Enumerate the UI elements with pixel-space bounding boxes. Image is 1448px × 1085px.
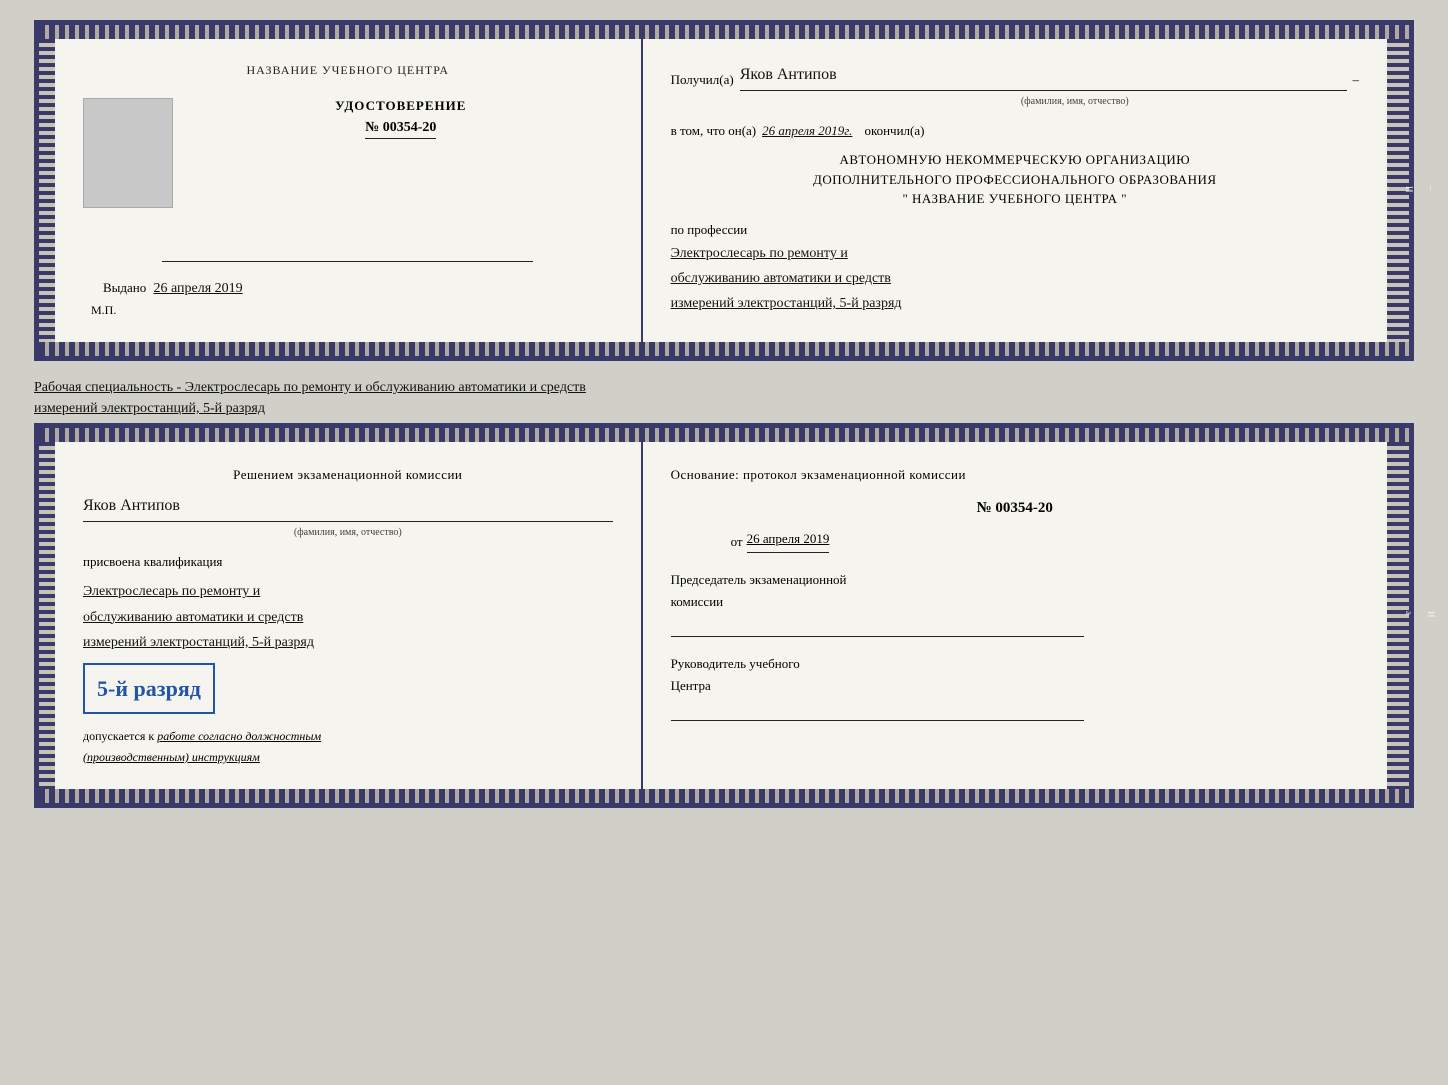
prof-line1: Электрослесарь по ремонту и [671, 241, 1359, 266]
ot-row: от 26 апреля 2019 [671, 528, 1359, 553]
okonchill-label: окончил(а) [864, 120, 924, 142]
resheniem-label: Решением экзаменационной комиссии [83, 464, 613, 486]
between-label: Рабочая специальность - Электрослесарь п… [34, 377, 1414, 419]
bottom-prof-line3: измерений электростанций, 5-й разряд [83, 630, 613, 655]
bottom-right-page: Основание: протокол экзаменационной коми… [643, 442, 1387, 789]
vydano-date: 26 апреля 2019 [154, 281, 243, 296]
date-value: 26 апреля 2019г. [762, 120, 852, 142]
left-header: НАЗВАНИЕ УЧЕБНОГО ЦЕНТРА [246, 63, 449, 78]
bottom-fio-sub: (фамилия, имя, отчество) [83, 524, 613, 541]
instruktsii-text: (производственным) инструкциям [83, 747, 613, 767]
vydano-block: Выдано 26 апреля 2019 [103, 280, 243, 297]
rank-badge: 5-й разряд [83, 663, 215, 714]
prisvoena-label: присвоена квалификация [83, 551, 613, 573]
predsedatel-label: Председатель экзаменационной [671, 569, 1359, 591]
vtom-row: в том, что он(а) 26 апреля 2019г. окончи… [671, 120, 1359, 142]
photo-placeholder [83, 98, 173, 208]
dopuskaetsya-label: допускается к [83, 729, 154, 743]
bottom-prof-line2: обслуживанию автоматики и средств [83, 605, 613, 630]
udost-number: № 00354-20 [365, 120, 436, 139]
protocol-number: № 00354-20 [671, 496, 1359, 522]
po-professii-row: по профессии Электрослесарь по ремонту и… [671, 219, 1359, 317]
poluchil-label: Получил(а) [671, 69, 734, 91]
po-professii-label: по профессии [671, 219, 1359, 241]
bottom-left-page: Решением экзаменационной комиссии Яков А… [55, 442, 643, 789]
vtom-label: в том, что он(а) [671, 120, 757, 142]
rukovoditel-label: Руководитель учебного [671, 653, 1359, 675]
ot-date: 26 апреля 2019 [747, 528, 830, 553]
ot-label: от [731, 531, 743, 553]
predsedatel-block: Председатель экзаменационной комиссии [671, 569, 1359, 637]
tsentra-label: Центра [671, 675, 1359, 697]
prof-line2: обслуживанию автоматики и средств [671, 266, 1359, 291]
bottom-full-name: Яков Антипов [83, 497, 180, 514]
rabota-text: работе согласно должностным [157, 729, 321, 743]
rukovoditel-block: Руководитель учебного Центра [671, 653, 1359, 721]
poluchil-row: Получил(а) Яков Антипов – [671, 61, 1359, 91]
mp-label: М.П. [91, 303, 116, 318]
bottom-name-row: Яков Антипов [83, 492, 613, 522]
full-name-top: Яков Антипов [740, 61, 1347, 91]
vydano-label: Выдано [103, 280, 146, 295]
fio-sub-top: (фамилия, имя, отчество) [791, 93, 1359, 110]
dopuskaetsya-block: допускается к работе согласно должностны… [83, 726, 613, 767]
side-labels-bottom: – – И а ← – – – [1314, 607, 1448, 624]
osnovanie-label: Основание: протокол экзаменационной коми… [671, 464, 1359, 486]
komissii-label: комиссии [671, 591, 1359, 613]
udost-title: УДОСТОВЕРЕНИЕ [335, 98, 466, 114]
prof-line3: измерений электростанций, 5-й разряд [671, 291, 1359, 316]
org-block: АВТОНОМНУЮ НЕКОММЕРЧЕСКУЮ ОРГАНИЗАЦИЮ ДО… [671, 150, 1359, 209]
bottom-prof-line1: Электрослесарь по ремонту и [83, 579, 613, 604]
